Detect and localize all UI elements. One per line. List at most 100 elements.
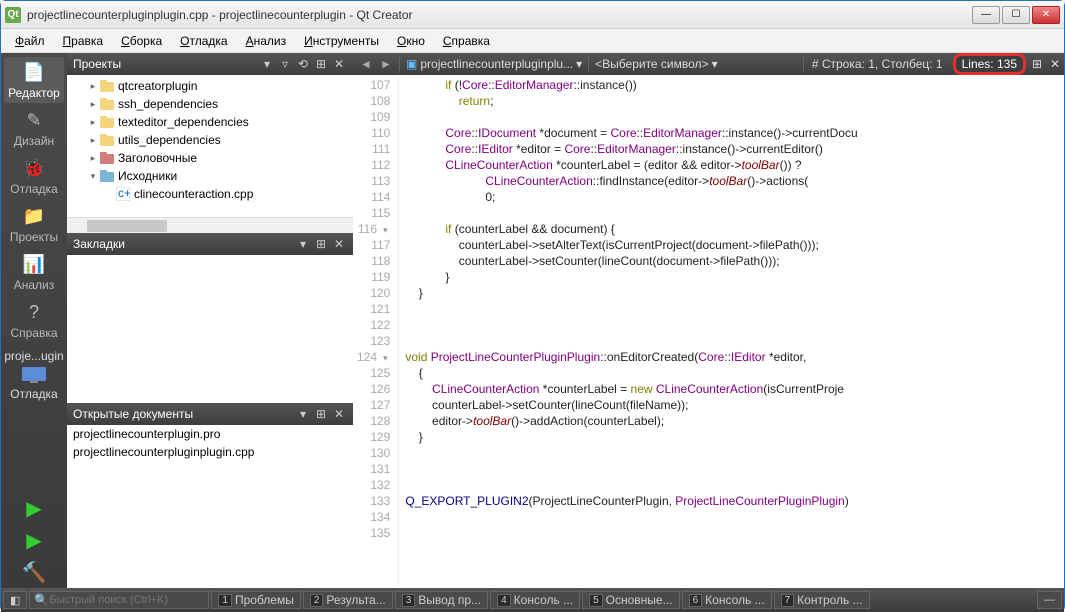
line-number[interactable]: 124 ▾ [357, 349, 390, 365]
search-input[interactable] [49, 594, 204, 606]
code-editor[interactable]: 107 108 109 110 111 112 113 114 115 116 … [353, 75, 1064, 588]
mode-редактор[interactable]: 📄Редактор [4, 57, 64, 103]
tree-item[interactable]: ▸texteditor_dependencies [67, 113, 353, 131]
run-button[interactable]: ▶ [18, 494, 50, 522]
code-line[interactable] [405, 333, 857, 349]
menu-справка[interactable]: Справка [435, 32, 498, 50]
code-line[interactable]: CLineCounterAction::findInstance(editor-… [405, 173, 857, 189]
sync-icon[interactable]: ⟲ [295, 56, 311, 72]
line-number[interactable]: 132 [357, 477, 390, 493]
twisty-icon[interactable]: ▸ [87, 135, 99, 146]
locator-search[interactable]: 🔍 [29, 591, 209, 609]
line-number[interactable]: 107 [357, 77, 390, 93]
cursor-pos[interactable]: # Строка: 1, Столбец: 1 [803, 57, 951, 71]
twisty-icon[interactable]: ▸ [87, 81, 99, 92]
tree-item[interactable]: ▾Исходники [67, 167, 353, 185]
menu-правка[interactable]: Правка [55, 32, 112, 50]
file-crumb[interactable]: ▣ projectlinecounterpluginplu... ▾ [399, 57, 588, 71]
document-item[interactable]: projectlinecounterpluginplugin.cpp [67, 443, 353, 461]
code-line[interactable]: Q_EXPORT_PLUGIN2(ProjectLineCounterPlugi… [405, 493, 857, 509]
split-icon[interactable]: ⊞ [313, 406, 329, 422]
maximize-button[interactable]: ☐ [1002, 6, 1030, 24]
line-number[interactable]: 111 [357, 141, 390, 157]
code-line[interactable]: editor->toolBar()->addAction(counterLabe… [405, 413, 857, 429]
line-number[interactable]: 115 [357, 205, 390, 221]
split-icon[interactable]: ⊞ [1028, 57, 1046, 71]
menu-окно[interactable]: Окно [389, 32, 433, 50]
twisty-icon[interactable]: ▾ [87, 171, 99, 182]
tree-item[interactable]: ▸qtcreatorplugin [67, 77, 353, 95]
output-pane-1[interactable]: 1Проблемы [211, 591, 300, 609]
target-selector[interactable]: proje...uginОтладка [4, 349, 64, 401]
tree-item[interactable]: ▸Заголовочные [67, 149, 353, 167]
tree-item[interactable]: c++clinecounteraction.cpp [67, 185, 353, 203]
mode-анализ[interactable]: 📊Анализ [4, 249, 64, 295]
line-number[interactable]: 116 ▾ [357, 221, 390, 237]
filter-icon[interactable]: ▿ [277, 56, 293, 72]
line-number[interactable]: 133 [357, 493, 390, 509]
line-number[interactable]: 114 [357, 189, 390, 205]
line-number[interactable]: 109 [357, 109, 390, 125]
h-scrollbar[interactable] [67, 217, 353, 233]
line-number[interactable]: 129 [357, 429, 390, 445]
menu-отладка[interactable]: Отладка [172, 32, 235, 50]
code-line[interactable] [405, 509, 857, 525]
editor-close-icon[interactable]: ✕ [1046, 57, 1064, 71]
menu-сборка[interactable]: Сборка [113, 32, 170, 50]
line-number[interactable]: 131 [357, 461, 390, 477]
minimize-button[interactable]: — [972, 6, 1000, 24]
mode-дизайн[interactable]: ✎Дизайн [4, 105, 64, 151]
code-line[interactable] [405, 461, 857, 477]
line-number[interactable]: 126 [357, 381, 390, 397]
line-number[interactable]: 122 [357, 317, 390, 333]
output-pane-4[interactable]: 4Консоль ... [490, 591, 580, 609]
twisty-icon[interactable]: ▸ [87, 99, 99, 110]
pane-close-icon[interactable]: ✕ [331, 406, 347, 422]
line-number[interactable]: 108 [357, 93, 390, 109]
mode-справка[interactable]: ?Справка [4, 297, 64, 343]
line-number[interactable]: 117 [357, 237, 390, 253]
twisty-icon[interactable]: ▸ [87, 153, 99, 164]
code-line[interactable]: { [405, 365, 857, 381]
code-line[interactable] [405, 445, 857, 461]
code-line[interactable] [405, 477, 857, 493]
line-number[interactable]: 134 [357, 509, 390, 525]
progress-indicator[interactable]: — [1037, 591, 1062, 609]
line-number[interactable]: 121 [357, 301, 390, 317]
pane-close-icon[interactable]: ✕ [331, 236, 347, 252]
nav-fwd-icon[interactable]: ► [377, 56, 395, 72]
menu-инструменты[interactable]: Инструменты [296, 32, 387, 50]
build-button[interactable]: 🔨 [18, 558, 50, 586]
document-item[interactable]: projectlinecounterplugin.pro [67, 425, 353, 443]
code-line[interactable]: } [405, 269, 857, 285]
tree-item[interactable]: ▸utils_dependencies [67, 131, 353, 149]
code-line[interactable]: } [405, 429, 857, 445]
code-line[interactable] [405, 525, 857, 541]
code-line[interactable] [405, 317, 857, 333]
code-line[interactable]: if (!Core::EditorManager::instance()) [405, 77, 857, 93]
symbol-crumb[interactable]: <Выберите символ> ▾ [588, 57, 723, 71]
line-number[interactable]: 120 [357, 285, 390, 301]
nav-back-icon[interactable]: ◄ [357, 56, 375, 72]
line-number[interactable]: 135 [357, 525, 390, 541]
pane-close-icon[interactable]: ✕ [331, 56, 347, 72]
code-line[interactable]: void ProjectLineCounterPluginPlugin::onE… [405, 349, 857, 365]
split-icon[interactable]: ⊞ [313, 236, 329, 252]
line-number[interactable]: 112 [357, 157, 390, 173]
code-line[interactable]: CLineCounterAction *counterLabel = new C… [405, 381, 857, 397]
line-number[interactable]: 123 [357, 333, 390, 349]
twisty-icon[interactable]: ▸ [87, 117, 99, 128]
output-pane-6[interactable]: 6Консоль ... [682, 591, 772, 609]
line-number[interactable]: 118 [357, 253, 390, 269]
mode-отладка[interactable]: 🐞Отладка [4, 153, 64, 199]
line-number[interactable]: 130 [357, 445, 390, 461]
code-line[interactable]: if (counterLabel && document) { [405, 221, 857, 237]
tree-item[interactable]: ▸ssh_dependencies [67, 95, 353, 113]
code-line[interactable] [405, 301, 857, 317]
toggle-sidebar-button[interactable]: ◧ [3, 591, 27, 609]
line-number[interactable]: 113 [357, 173, 390, 189]
menu-анализ[interactable]: Анализ [238, 32, 295, 50]
code-line[interactable]: Core::IDocument *document = Core::Editor… [405, 125, 857, 141]
line-number[interactable]: 127 [357, 397, 390, 413]
close-button[interactable]: ✕ [1032, 6, 1060, 24]
